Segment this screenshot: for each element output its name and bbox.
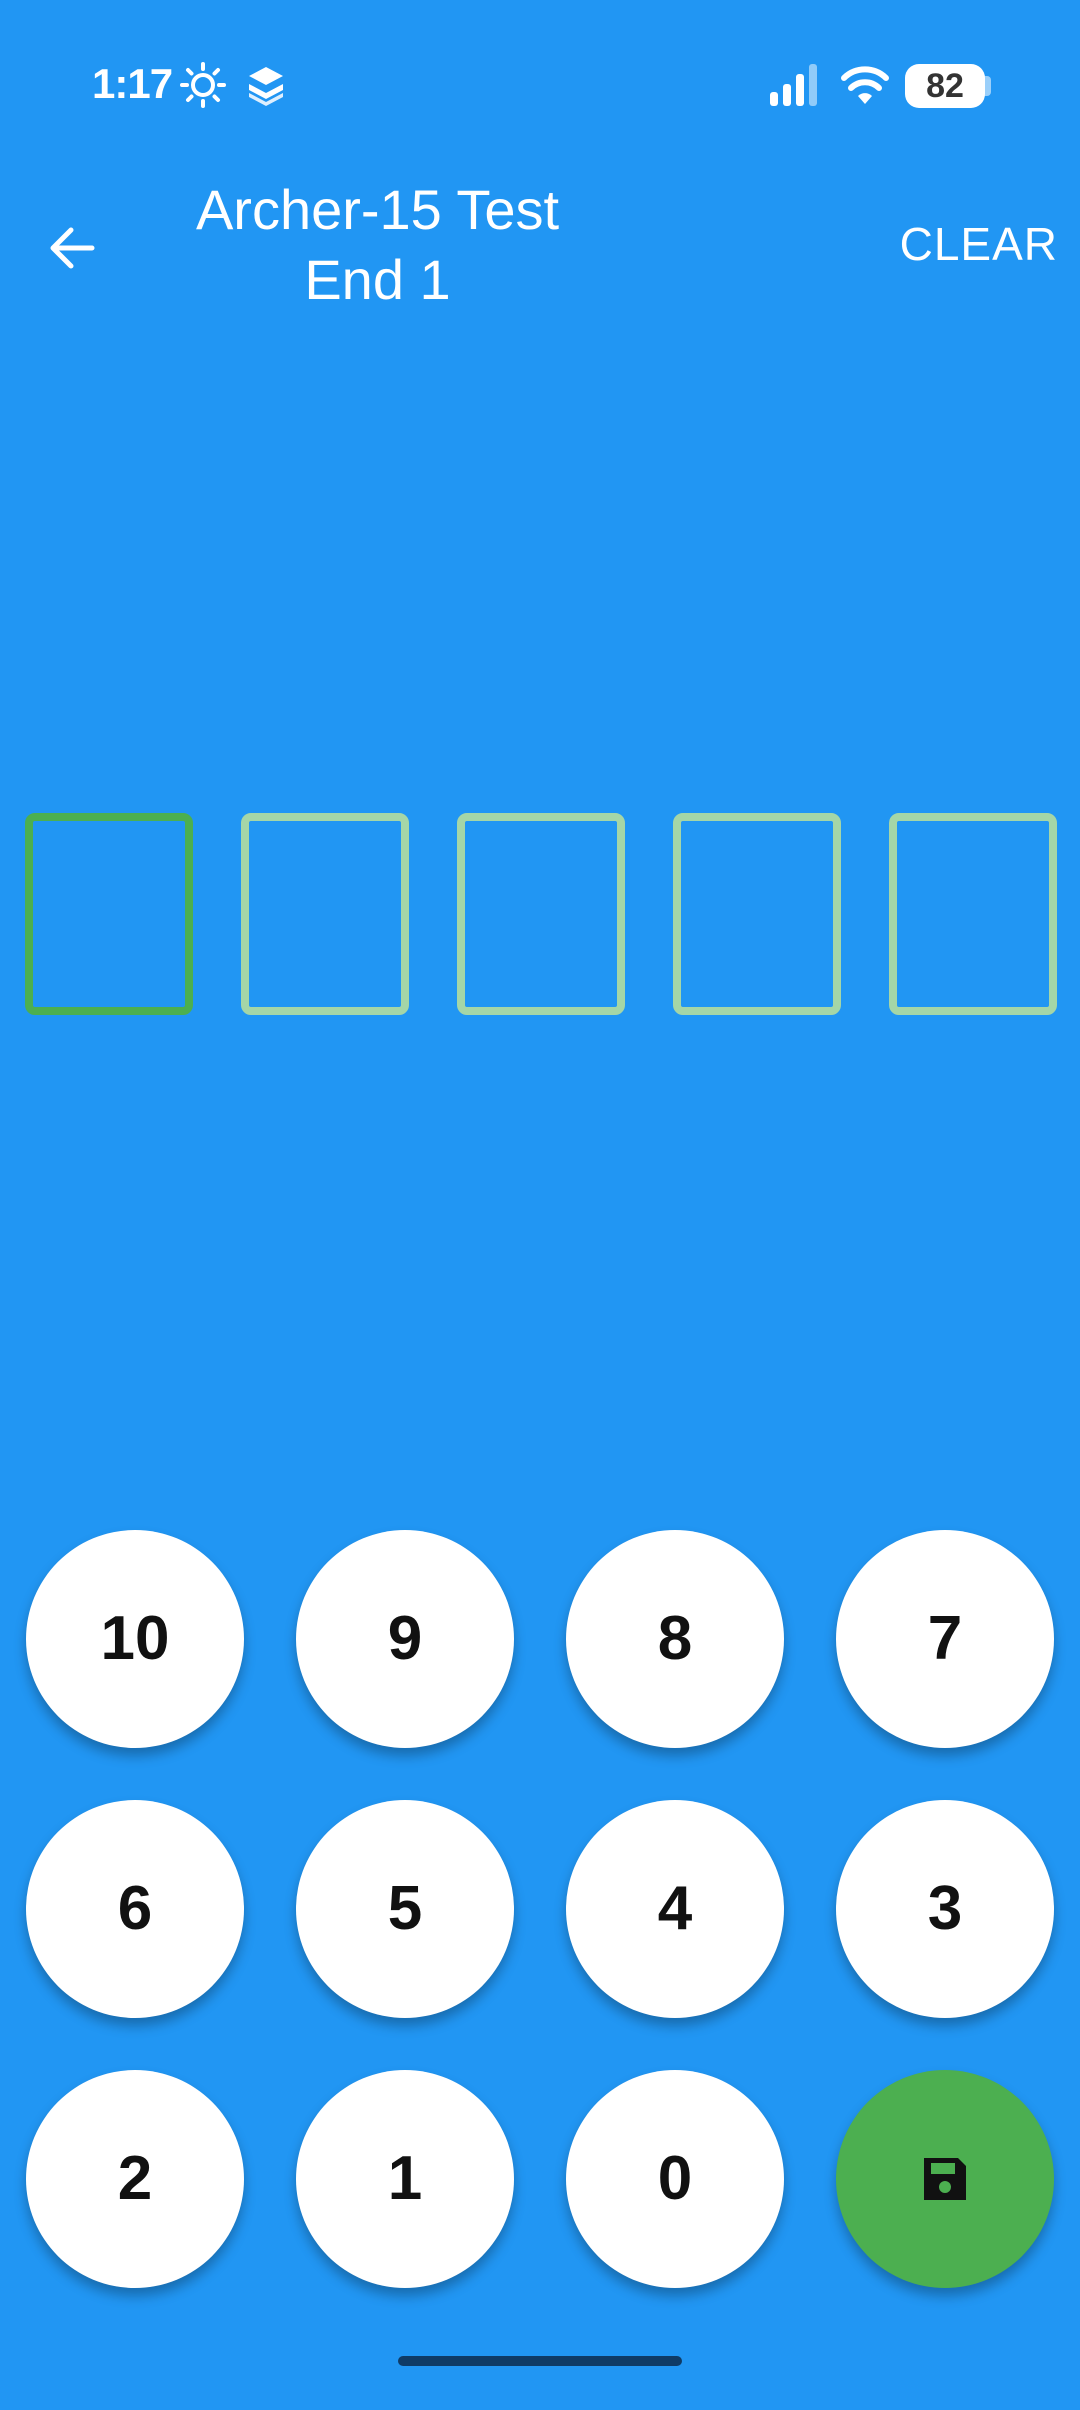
layers-app-icon [249, 67, 283, 106]
arrow-score-boxes [25, 813, 1057, 1015]
save-button[interactable] [836, 2070, 1054, 2288]
score-box-2[interactable] [241, 813, 409, 1015]
score-box-4[interactable] [673, 813, 841, 1015]
key-1[interactable]: 1 [296, 2070, 514, 2288]
key-5[interactable]: 5 [296, 1800, 514, 2018]
score-keypad: 10 9 8 7 6 5 4 3 2 1 0 [0, 0, 1080, 2410]
status-time: 1:17 [92, 60, 173, 107]
clear-button[interactable]: CLEAR [900, 217, 1058, 271]
save-icon [924, 2158, 966, 2200]
score-entry-screen: 1:17 82 Archer-15 Test End 1 CLEAR 10 9 … [0, 0, 1080, 2410]
key-10[interactable]: 10 [26, 1530, 244, 1748]
key-9[interactable]: 9 [296, 1530, 514, 1748]
battery-tip [983, 76, 991, 96]
score-box-1[interactable] [25, 813, 193, 1015]
signal-icon [770, 64, 817, 106]
key-2[interactable]: 2 [26, 2070, 244, 2288]
app-bar: Archer-15 Test End 1 CLEAR [0, 175, 1080, 315]
key-0[interactable]: 0 [566, 2070, 784, 2288]
brightness-icon [180, 62, 226, 108]
score-box-3[interactable] [457, 813, 625, 1015]
key-6[interactable]: 6 [26, 1800, 244, 2018]
title-end-number: End 1 [304, 248, 451, 311]
key-8[interactable]: 8 [566, 1530, 784, 1748]
key-3[interactable]: 3 [836, 1800, 1054, 2018]
title-round-name: Archer-15 Test [195, 178, 560, 241]
wifi-icon [841, 66, 889, 104]
score-box-5[interactable] [889, 813, 1057, 1015]
key-7[interactable]: 7 [836, 1530, 1054, 1748]
status-bar: 1:17 82 [0, 0, 1080, 175]
home-indicator [398, 2356, 682, 2366]
page-title: Archer-15 Test End 1 [150, 175, 605, 315]
arrow-left-icon[interactable] [40, 215, 106, 281]
battery-icon: 82 [905, 64, 985, 108]
key-4[interactable]: 4 [566, 1800, 784, 2018]
